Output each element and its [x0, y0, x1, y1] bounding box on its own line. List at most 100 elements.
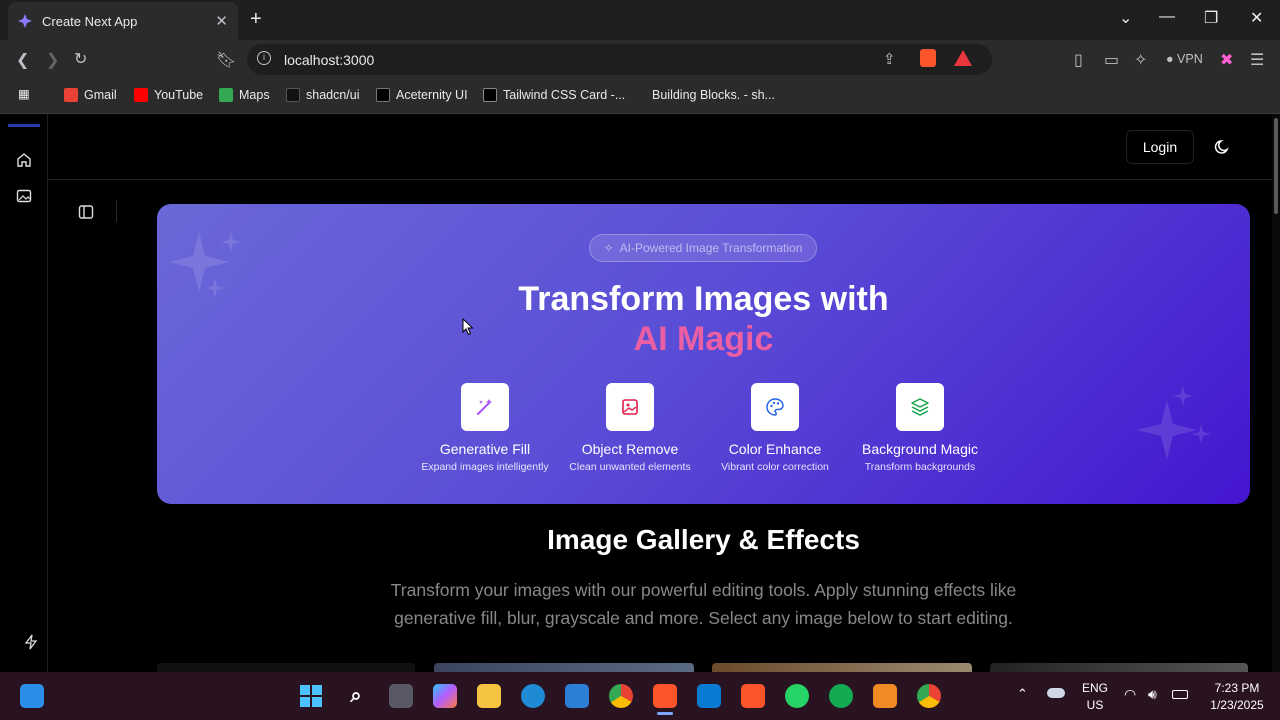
aceternity-icon — [376, 88, 390, 102]
close-tab-icon[interactable]: ✕ — [215, 12, 228, 30]
bookmark-maps[interactable]: Maps — [219, 88, 270, 102]
tailwind-card-icon — [483, 88, 497, 102]
feature-subtitle: Clean unwanted elements — [569, 461, 691, 473]
brave-icon[interactable] — [741, 684, 765, 708]
reload-icon[interactable]: ↻ — [74, 49, 87, 69]
store-icon[interactable] — [565, 684, 589, 708]
feature-subtitle: Vibrant color correction — [721, 461, 829, 473]
widgets-icon[interactable] — [20, 684, 44, 708]
app-favicon-icon — [18, 14, 32, 28]
gallery-image-card[interactable] — [157, 663, 415, 672]
tab-search-icon[interactable]: ⌄ — [1119, 8, 1132, 28]
feature-title: Background Magic — [862, 441, 978, 457]
login-button[interactable]: Login — [1126, 130, 1194, 164]
address-bar[interactable]: i localhost:3000 ⇪ — [247, 44, 992, 75]
whatsapp-icon[interactable] — [785, 684, 809, 708]
lang-line1: ENG — [1081, 681, 1108, 695]
vscode-icon[interactable] — [697, 684, 721, 708]
bookmark-shadcn[interactable]: shadcn/ui — [286, 88, 360, 102]
extension-icon[interactable]: ✖ — [1220, 50, 1233, 70]
feature-object-remove: Object Remove Clean unwanted elements — [555, 383, 705, 473]
copilot-icon[interactable] — [433, 684, 457, 708]
tab-title: Create Next App — [42, 13, 138, 29]
new-tab-button[interactable]: + — [250, 8, 262, 31]
brave-shields-icon[interactable] — [920, 49, 936, 67]
gallery-image-card[interactable] — [434, 663, 694, 672]
gallery-image-card[interactable] — [990, 663, 1248, 672]
site-info-icon[interactable]: i — [257, 51, 271, 65]
maps-icon — [219, 88, 233, 102]
lightning-icon[interactable] — [23, 634, 39, 650]
volume-icon[interactable]: 🔊︎ — [1148, 686, 1157, 703]
forward-icon[interactable]: ❯ — [46, 50, 59, 70]
url-text: localhost:3000 — [284, 52, 375, 68]
gallery-description: Transform your images with our powerful … — [390, 580, 1017, 628]
xampp-icon[interactable] — [873, 684, 897, 708]
wand-icon — [477, 399, 492, 415]
feature-generative-fill: Generative Fill Expand images intelligen… — [410, 383, 560, 473]
sidebar-panel-icon[interactable]: ▯ — [1074, 50, 1083, 70]
browser-tab[interactable]: Create Next App ✕ — [8, 2, 238, 40]
language-indicator[interactable]: ENG US — [1078, 680, 1112, 714]
hero-title-line2: AI Magic — [633, 320, 774, 358]
clock-time: 7:23 PM — [1214, 681, 1260, 695]
apps-grid-icon[interactable]: ▦ — [18, 86, 30, 101]
leo-ai-icon[interactable]: ✧ — [1134, 50, 1147, 70]
sidebar-toggle-icon[interactable] — [78, 204, 94, 220]
bookmark-label: Maps — [239, 88, 270, 102]
wallet-icon[interactable]: ▭ — [1104, 50, 1119, 70]
app-header — [48, 114, 1272, 180]
bookmark-label: Tailwind CSS Card -... — [503, 88, 626, 102]
active-app-indicator — [657, 712, 673, 715]
hero-title-line1: Transform Images with — [518, 280, 889, 318]
youtube-icon — [134, 88, 148, 102]
restore-button[interactable]: ❐ — [1204, 8, 1218, 28]
ai-badge: ✧ AI-Powered Image Transformation — [589, 234, 817, 262]
minimize-button[interactable]: — — [1159, 8, 1175, 26]
windows-logo-icon — [300, 685, 322, 707]
home-icon[interactable] — [16, 152, 32, 168]
system-clock[interactable]: 7:23 PM 1/23/2025 — [1200, 680, 1274, 714]
badge-label: AI-Powered Image Transformation — [619, 241, 803, 255]
gmail-icon — [64, 88, 78, 102]
gallery-image-card[interactable] — [712, 663, 972, 672]
chrome-icon[interactable] — [609, 684, 633, 708]
edge-icon[interactable] — [521, 684, 545, 708]
feature-title: Generative Fill — [439, 441, 531, 457]
vpn-label: VPN — [1177, 52, 1203, 66]
gallery-title: Image Gallery & Effects — [547, 524, 860, 555]
bookmark-label: shadcn/ui — [306, 88, 360, 102]
task-view-icon[interactable] — [389, 684, 413, 708]
vpn-button[interactable]: ● VPN — [1166, 52, 1203, 66]
bookmark-gmail[interactable]: Gmail — [64, 88, 117, 102]
bookmark-label: Building Blocks. - sh... — [652, 88, 775, 102]
mongodb-icon[interactable] — [829, 684, 853, 708]
bookmark-aceternity[interactable]: Aceternity UI — [376, 88, 468, 102]
menu-icon[interactable]: ☰ — [1250, 50, 1264, 70]
hero-banner: ✧ AI-Powered Image Transformation Transf… — [157, 204, 1250, 504]
battery-icon[interactable] — [1172, 690, 1188, 699]
close-window-button[interactable]: ✕ — [1250, 8, 1263, 28]
onedrive-cloud-icon[interactable] — [1047, 688, 1065, 698]
search-icon[interactable]: ⌕ — [344, 684, 368, 708]
brave-rewards-icon[interactable] — [954, 50, 972, 66]
chrome-profile-icon[interactable] — [917, 684, 941, 708]
feature-icon-box — [461, 383, 509, 431]
bookmark-youtube[interactable]: YouTube — [134, 88, 203, 102]
scrollbar-thumb[interactable] — [1274, 118, 1278, 214]
feature-subtitle: Transform backgrounds — [864, 461, 976, 473]
back-icon[interactable]: ❮ — [16, 50, 29, 70]
bookmark-icon[interactable]: 🔖︎ — [216, 50, 236, 70]
share-icon[interactable]: ⇪ — [883, 50, 896, 68]
bookmark-tailwind-card[interactable]: Tailwind CSS Card -... — [483, 88, 625, 102]
show-hidden-icons-icon[interactable]: ⌃ — [1017, 686, 1028, 702]
start-menu-icon[interactable] — [299, 684, 323, 708]
feature-icon-box — [896, 383, 944, 431]
wifi-icon[interactable]: ◠ — [1124, 686, 1136, 703]
bookmark-building-blocks[interactable]: Building Blocks. - sh... — [632, 88, 775, 102]
gallery-icon[interactable] — [16, 188, 32, 204]
theme-toggle-moon-icon[interactable] — [1214, 138, 1232, 156]
brave-active-icon[interactable] — [653, 684, 677, 708]
palette-icon — [766, 398, 784, 416]
file-explorer-icon[interactable] — [477, 684, 501, 708]
